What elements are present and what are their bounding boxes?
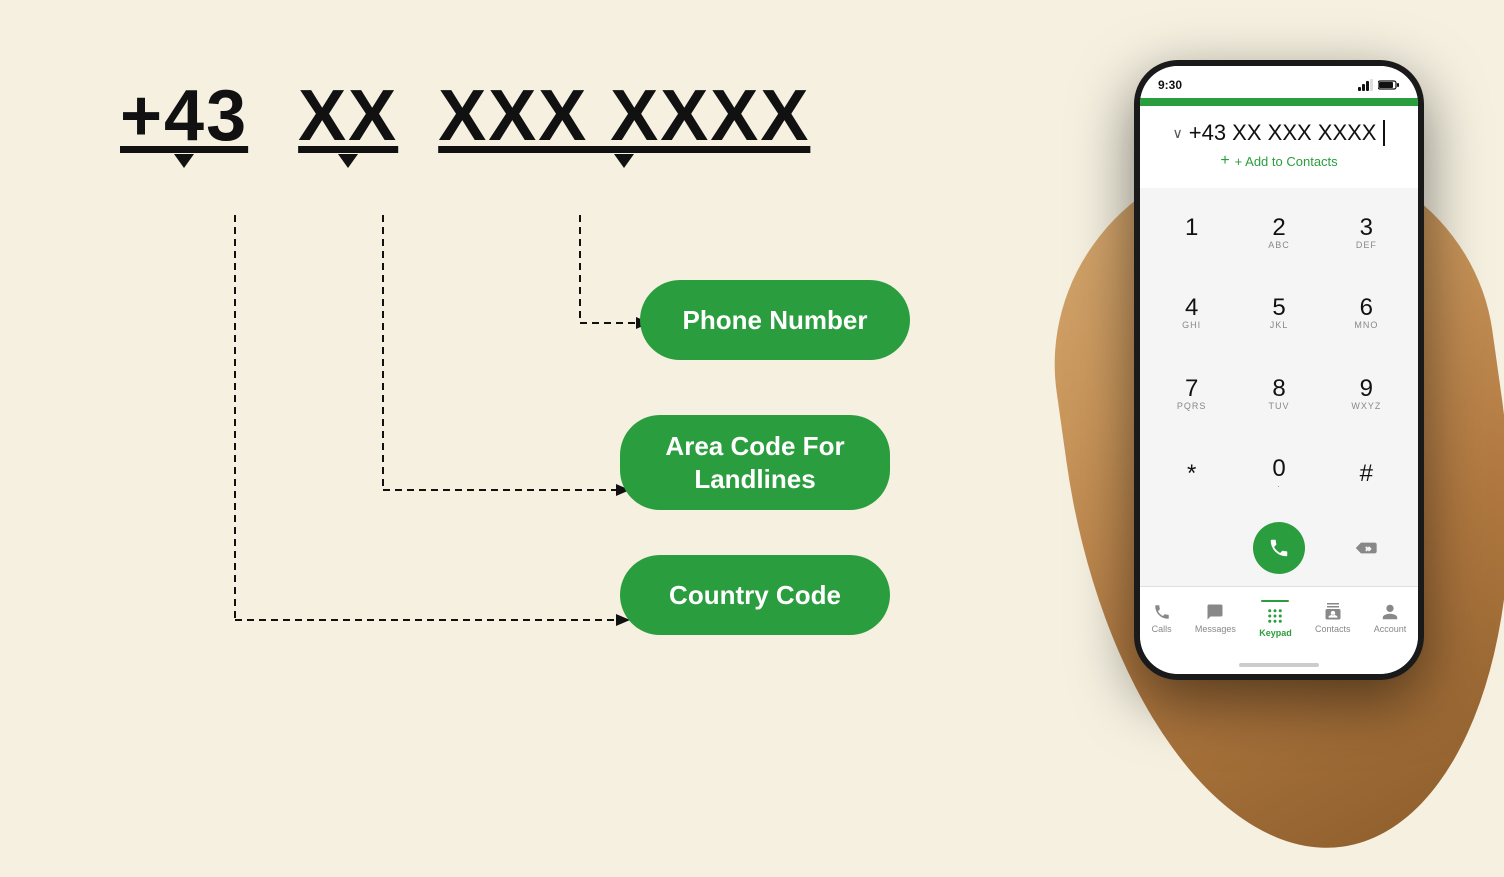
diagram-area: +43 XX XXX XXXX Phone Number Area Cod — [80, 60, 980, 760]
key-7[interactable]: 7 PQRS — [1150, 355, 1233, 432]
dialer-display: ∨ +43 XX XXX XXXX + + Add to Contacts — [1140, 106, 1418, 188]
phone-number-label: Phone Number — [640, 280, 910, 360]
nav-account-label: Account — [1374, 624, 1407, 634]
nav-account[interactable]: Account — [1374, 603, 1407, 634]
keypad: 1 2 ABC 3 DEF 4 GHI 5 JKL — [1140, 188, 1418, 586]
area-code-line2: Landlines — [694, 464, 815, 495]
area-code-line1: Area Code For — [665, 431, 844, 462]
key-3[interactable]: 3 DEF — [1325, 194, 1408, 271]
nav-keypad[interactable]: Keypad — [1259, 600, 1292, 638]
add-contacts-text: + Add to Contacts — [1235, 154, 1338, 169]
nav-contacts-label: Contacts — [1315, 624, 1351, 634]
phone-mockup: 9:30 — [1104, 60, 1484, 810]
account-icon — [1381, 603, 1399, 621]
signal-icon — [1358, 79, 1374, 91]
contacts-icon — [1324, 603, 1342, 621]
dialer-number: ∨ +43 XX XXX XXXX — [1156, 120, 1402, 146]
cursor — [1383, 120, 1385, 146]
key-0[interactable]: 0 · — [1237, 436, 1320, 513]
bottom-nav: Calls Messages Keypad — [1140, 586, 1418, 656]
key-2[interactable]: 2 ABC — [1237, 194, 1320, 271]
nav-calls-label: Calls — [1152, 624, 1172, 634]
chevron-icon[interactable]: ∨ — [1173, 125, 1183, 142]
status-bar: 9:30 — [1140, 66, 1418, 98]
nav-messages[interactable]: Messages — [1195, 603, 1236, 634]
home-bar — [1239, 663, 1319, 667]
key-5[interactable]: 5 JKL — [1237, 275, 1320, 352]
status-icons — [1358, 79, 1400, 91]
connector-lines — [80, 60, 980, 760]
calls-icon — [1153, 603, 1171, 621]
status-time: 9:30 — [1158, 78, 1182, 92]
nav-calls[interactable]: Calls — [1152, 603, 1172, 634]
call-icon — [1268, 537, 1290, 559]
key-8[interactable]: 8 TUV — [1237, 355, 1320, 432]
key-star[interactable]: * — [1150, 436, 1233, 513]
key-empty — [1150, 516, 1233, 580]
delete-button[interactable] — [1355, 540, 1377, 556]
call-button[interactable] — [1253, 522, 1305, 574]
home-indicator — [1140, 656, 1418, 674]
key-hash[interactable]: # — [1325, 436, 1408, 513]
key-9[interactable]: 9 WXYZ — [1325, 355, 1408, 432]
delete-icon — [1355, 540, 1377, 556]
plus-icon: + — [1220, 152, 1229, 170]
active-indicator — [1261, 600, 1289, 602]
country-code-label: Country Code — [620, 555, 890, 635]
area-code-label: Area Code For Landlines — [620, 415, 890, 510]
nav-contacts[interactable]: Contacts — [1315, 603, 1351, 634]
key-6[interactable]: 6 MNO — [1325, 275, 1408, 352]
dialer-number-text: +43 XX XXX XXXX — [1189, 120, 1377, 146]
green-header-bar — [1140, 98, 1418, 106]
nav-keypad-label: Keypad — [1259, 628, 1292, 638]
messages-icon — [1206, 603, 1224, 621]
add-to-contacts[interactable]: + + Add to Contacts — [1156, 146, 1402, 180]
phone-body: 9:30 — [1134, 60, 1424, 680]
key-1[interactable]: 1 — [1150, 194, 1233, 271]
phone-screen: 9:30 — [1140, 66, 1418, 674]
nav-messages-label: Messages — [1195, 624, 1236, 634]
keypad-icon — [1266, 607, 1284, 625]
battery-icon — [1378, 79, 1400, 91]
key-4[interactable]: 4 GHI — [1150, 275, 1233, 352]
